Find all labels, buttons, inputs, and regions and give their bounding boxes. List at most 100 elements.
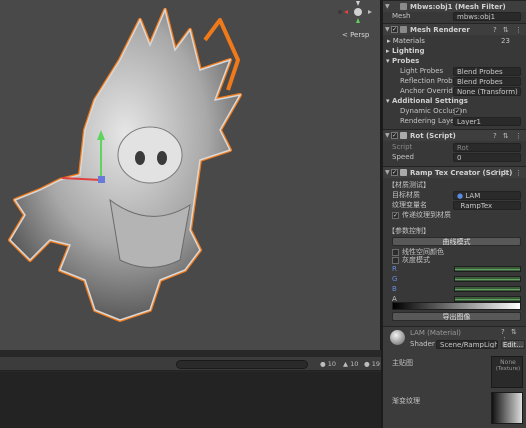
curve-mode-button[interactable]: 曲线模式 [392,237,521,246]
speed-row: Speed 0 [383,152,526,162]
ramp-tex-label: 渐变纹理 [392,397,420,405]
probes-foldout[interactable]: ▾ Probes [386,56,419,66]
material-preview-icon [390,330,405,345]
probes-row[interactable]: ▾ Probes [383,56,526,66]
materials-count[interactable]: 23 [501,36,510,46]
main-tex-type: (Texture) [495,366,521,372]
rendering-layer-dropdown[interactable]: Layer1 [453,116,521,126]
scene-view[interactable]: < Persp [0,0,380,350]
gray-mode-checkbox[interactable] [392,256,399,264]
mesh-renderer-title: Mesh Renderer [410,26,470,34]
component-tools-icon[interactable]: ? ⇅ ⋮ [493,130,524,142]
warning-count[interactable]: ▲ 10 [343,360,358,368]
lighting-label: Lighting [391,47,425,55]
rendering-layer-row: Rendering Layer M Layer1 [383,116,526,126]
anchor-override-row: Anchor Override None (Transform) [383,86,526,96]
reflection-probes-dropdown[interactable]: Blend Probes [453,76,521,86]
script-field: Rot [453,142,521,152]
ramp-tex-slot[interactable] [491,392,523,424]
lighting-row[interactable]: ▸ Lighting [383,46,526,56]
channel-b-row: B [383,284,526,294]
script-icon [400,169,407,176]
channel-r-curve[interactable] [454,266,521,272]
anchor-override-field[interactable]: None (Transform) [453,86,521,96]
rot-script-title: Rot (Script) [410,132,456,140]
anchor-override-label: Anchor Override [400,87,458,95]
console-list[interactable] [0,372,381,428]
lighting-foldout[interactable]: ▸ Lighting [386,46,425,56]
section-label: 【参数控制】 [388,227,430,235]
dynamic-occlusion-row: Dynamic Occlusion ✓ [383,106,526,116]
probes-label: Probes [391,57,420,65]
mesh-filter-icon [400,3,407,10]
component-tools-icon[interactable]: ? ⇅ ⋮ [493,167,524,179]
light-probes-label: Light Probes [400,67,444,75]
error-count[interactable]: ● 19 [364,360,380,368]
section-label: 【材质测试】 [388,181,430,189]
dynamic-occlusion-checkbox[interactable]: ✓ [454,107,461,115]
channel-g-curve[interactable] [454,276,521,282]
channel-b-label: B [392,285,397,293]
ramp-tex-header[interactable]: ▼ ✓ Ramp Tex Creator (Script) ? ⇅ ⋮ [383,166,526,178]
mesh-field[interactable]: mbws:obj1 [453,11,521,21]
pass-texture-label: 传递纹理到材质 [402,211,451,219]
collapse-icon: ▼ [385,26,390,33]
section-material-test: 【材质测试】 [383,180,526,190]
persp-label[interactable]: < Persp [342,31,369,39]
search-input[interactable] [176,360,308,369]
additional-settings-foldout[interactable]: ▾ Additional Settings [386,96,468,106]
reflection-probes-label: Reflection Probes [400,77,461,85]
target-material-row: 目标材质 ● LAM [383,190,526,200]
materials-label: Materials [392,37,425,45]
light-probes-row: Light Probes Blend Probes [383,66,526,76]
export-button[interactable]: 导出图像 [392,312,521,321]
material-title: LAM (Material) [410,329,462,337]
character-model[interactable] [0,0,380,350]
pass-texture-row[interactable]: ✓ 传递纹理到材质 [383,210,526,220]
inspector-panel: ▼ Mbws:obj1 (Mesh Filter) Mesh mbws:obj1… [381,0,526,428]
target-material-value: LAM [465,191,481,200]
mesh-renderer-header[interactable]: ▼ ✓ Mesh Renderer ? ⇅ ⋮ [383,23,526,35]
channel-g-row: G [383,274,526,284]
pass-texture-checkbox[interactable]: ✓ [392,211,399,219]
collapse-icon: ▼ [385,132,390,139]
texture-var-row: 纹理变量名 _RampTex [383,200,526,210]
materials-row[interactable]: ▸ Materials 23 [383,36,526,46]
log-count-value: 10 [327,360,337,368]
script-row: Script Rot [383,142,526,152]
main-tex-slot[interactable]: None (Texture) [491,356,523,388]
log-count[interactable]: ● 10 [320,360,336,368]
collapse-icon: ▼ [385,169,390,176]
main-tex-label: 主贴图 [392,359,413,367]
enabled-checkbox[interactable]: ✓ [391,26,398,33]
section-param-control: 【参数控制】 [383,226,526,236]
edit-shader-button[interactable]: Edit... [501,340,525,349]
mesh-row: Mesh mbws:obj1 [383,11,526,21]
enabled-checkbox[interactable]: ✓ [391,169,398,176]
component-tools-icon[interactable]: ? ⇅ ⋮ [493,24,524,36]
main-tex-none: None [500,359,516,366]
shader-dropdown[interactable]: Scene/RampLight [436,340,498,349]
enabled-checkbox[interactable]: ✓ [391,132,398,139]
texture-var-field[interactable]: _RampTex [453,200,521,210]
shader-label: Shader [410,340,435,348]
target-material-label: 目标材质 [392,191,420,199]
mesh-renderer-icon [400,26,407,33]
mesh-label: Mesh [392,12,411,20]
additional-settings-label: Additional Settings [391,97,468,105]
speed-label: Speed [392,153,414,161]
additional-settings-row[interactable]: ▾ Additional Settings [383,96,526,106]
warning-count-value: 10 [350,360,359,368]
rot-script-header[interactable]: ▼ ✓ Rot (Script) ? ⇅ ⋮ [383,129,526,141]
target-material-field[interactable]: ● LAM [453,190,521,200]
channel-b-curve[interactable] [454,286,521,292]
ramp-preview [392,302,521,310]
channel-g-label: G [392,275,398,283]
texture-var-label: 纹理变量名 [392,201,427,209]
materials-foldout[interactable]: ▸ Materials [387,36,425,46]
reflection-probes-row: Reflection Probes Blend Probes [383,76,526,86]
speed-field[interactable]: 0 [453,152,521,162]
script-label: Script [392,143,413,151]
error-count-value: 19 [371,360,381,368]
light-probes-dropdown[interactable]: Blend Probes [453,66,521,76]
